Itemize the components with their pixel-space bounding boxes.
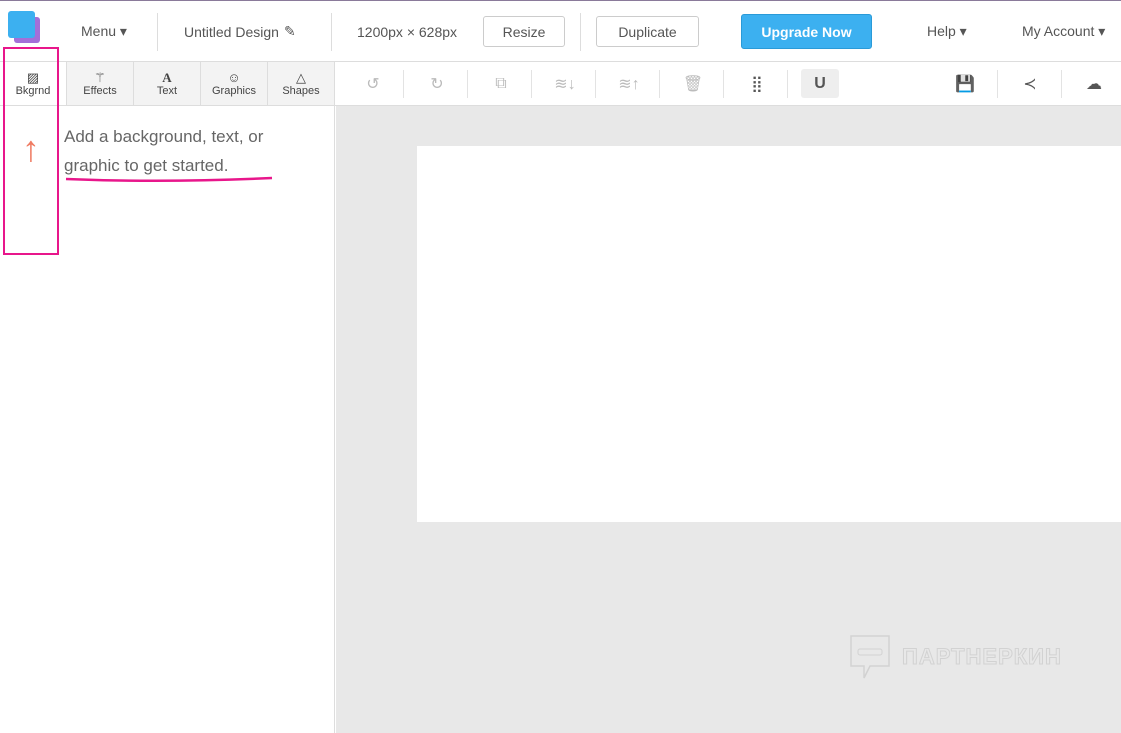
- design-title-text: Untitled Design: [184, 23, 279, 40]
- help-dropdown[interactable]: Help ▾: [927, 1, 967, 62]
- tab-shapes[interactable]: △ Shapes: [268, 62, 335, 105]
- resize-button[interactable]: Resize: [483, 16, 565, 47]
- arrow-up-icon: ↑: [22, 128, 40, 169]
- tab-label: Effects: [83, 85, 117, 97]
- save-icon[interactable]: 💾: [933, 62, 997, 106]
- pencil-icon[interactable]: ✎: [284, 23, 296, 40]
- cloud-download-icon[interactable]: ☁: [1062, 62, 1121, 106]
- upgrade-now-button[interactable]: Upgrade Now: [741, 14, 872, 49]
- trash-icon[interactable]: 🗑: [661, 62, 725, 106]
- magic-wand-icon: ⚚: [94, 70, 106, 85]
- watermark-text: ПАРТНЕРКИН: [902, 644, 1062, 670]
- undo-icon[interactable]: ↺: [341, 62, 405, 106]
- tab-label: Text: [156, 85, 178, 97]
- design-canvas[interactable]: [417, 146, 1121, 522]
- smiley-icon: ☺: [227, 70, 241, 85]
- underline-annotation: [65, 176, 273, 183]
- top-bar: Menu ▾ Untitled Design ✎ 1200px × 628px R…: [0, 0, 1121, 62]
- tab-text[interactable]: A Text: [134, 62, 201, 105]
- snap-magnet-button[interactable]: U: [801, 69, 839, 98]
- magnet-icon: U: [814, 74, 826, 92]
- redo-icon[interactable]: ↻: [405, 62, 469, 106]
- copy-icon[interactable]: ⧉: [469, 62, 533, 106]
- watermark: ПАРТНЕРКИН: [848, 633, 1062, 681]
- tab-graphics[interactable]: ☺ Graphics: [201, 62, 268, 105]
- layer-down-icon[interactable]: ≋↓: [533, 62, 597, 106]
- menu-dropdown[interactable]: Menu ▾: [81, 1, 127, 62]
- text-icon: A: [162, 70, 172, 85]
- duplicate-button[interactable]: Duplicate: [596, 16, 699, 47]
- grid-icon[interactable]: ⣿: [725, 62, 789, 106]
- tab-label: Graphics: [211, 85, 257, 97]
- logo[interactable]: [8, 11, 42, 45]
- empty-state-message: Add a background, text, or graphic to ge…: [64, 127, 264, 175]
- share-icon[interactable]: ≺: [998, 62, 1062, 106]
- tab-effects[interactable]: ⚚ Effects: [67, 62, 134, 105]
- triangle-icon: △: [296, 70, 306, 85]
- canvas-workspace: ПАРТНЕРКИН: [336, 106, 1121, 733]
- tab-label: Shapes: [282, 85, 320, 97]
- canvas-toolbar: ↺ ↻ ⧉ ≋↓ ≋↑ 🗑 ⣿ U 💾 ≺ ☁: [335, 62, 1121, 106]
- layer-up-icon[interactable]: ≋↑: [597, 62, 661, 106]
- my-account-dropdown[interactable]: My Account ▾: [1022, 1, 1105, 62]
- design-title[interactable]: Untitled Design ✎: [184, 1, 296, 62]
- watermark-logo-icon: [850, 635, 890, 679]
- canvas-size: 1200px × 628px: [357, 23, 458, 40]
